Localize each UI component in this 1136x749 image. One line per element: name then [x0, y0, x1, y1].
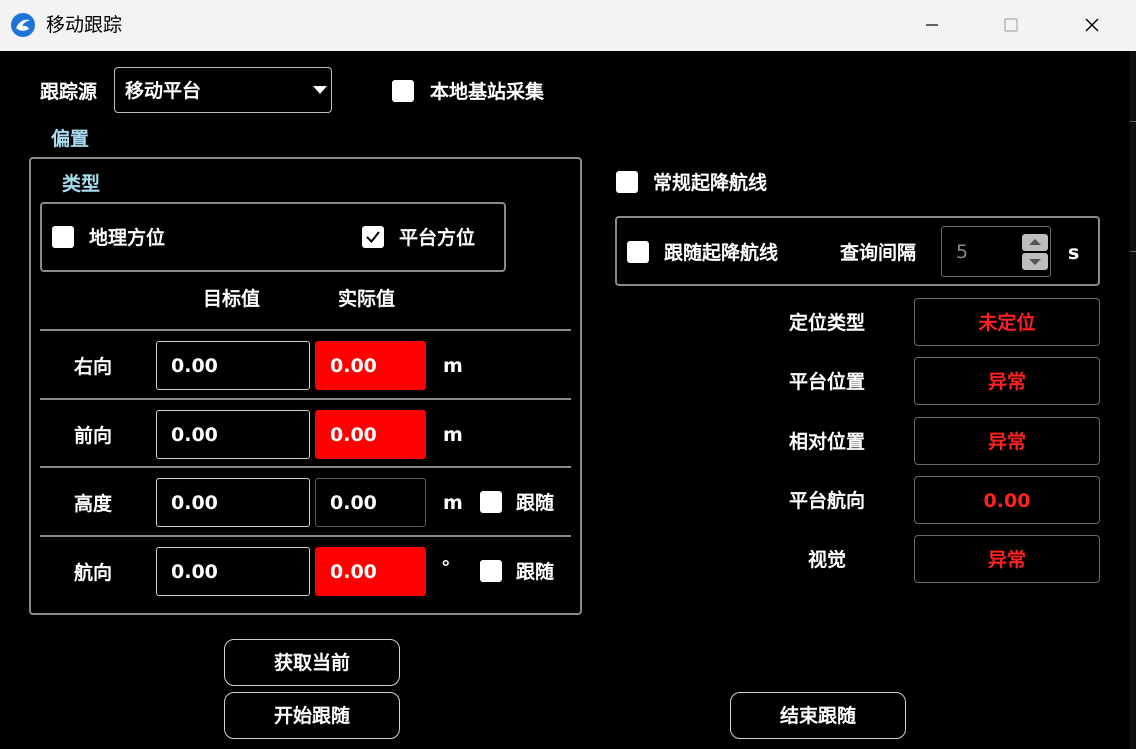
interval-spinbox[interactable]: 5: [941, 226, 1051, 277]
heading-actual-value: 0.00: [315, 547, 426, 596]
source-label: 跟踪源: [40, 81, 98, 103]
local-station-label: 本地基站采集: [430, 81, 545, 103]
interval-unit: s: [1068, 242, 1080, 264]
height-target-input[interactable]: 0.00: [156, 478, 310, 527]
forward-actual-value: 0.00: [315, 410, 426, 459]
source-select[interactable]: 移动平台: [114, 67, 332, 113]
platform-bearing-label: 平台方位: [399, 227, 476, 249]
minimize-button[interactable]: [912, 10, 952, 40]
height-unit: m: [443, 492, 463, 514]
close-icon: [1085, 18, 1099, 32]
status-label-platform-position: 平台位置: [788, 371, 865, 393]
col-actual-header: 实际值: [338, 288, 396, 310]
spin-up-icon[interactable]: [1022, 234, 1048, 251]
minimize-icon: [926, 24, 938, 26]
regular-route-checkbox[interactable]: [616, 171, 638, 193]
follow-route-label: 跟随起降航线: [664, 242, 779, 264]
right-target-input[interactable]: 0.00: [156, 341, 310, 390]
get-current-label: 获取当前: [273, 652, 350, 674]
local-station-checkbox[interactable]: [392, 80, 414, 102]
start-follow-label: 开始跟随: [273, 705, 350, 727]
forward-actual-text: 0.00: [330, 424, 377, 446]
right-actual-value: 0.00: [315, 341, 426, 390]
type-title: 类型: [62, 173, 101, 195]
heading-target-input[interactable]: 0.00: [156, 547, 310, 596]
geo-bearing-checkbox[interactable]: [52, 226, 74, 248]
forward-target-value: 0.00: [171, 424, 218, 446]
checkmark-icon: [366, 231, 380, 244]
row-label-right: 右向: [74, 356, 113, 378]
status-label-vision: 视觉: [807, 549, 846, 571]
forward-target-input[interactable]: 0.00: [156, 410, 310, 459]
end-follow-button[interactable]: 结束跟随: [730, 692, 906, 739]
window-title: 移动跟踪: [46, 14, 123, 36]
heading-actual-text: 0.00: [330, 561, 377, 583]
status-fix-type: 未定位: [914, 298, 1100, 346]
window-edge: [1130, 51, 1136, 749]
right-actual-text: 0.00: [330, 355, 377, 377]
source-select-value: 移动平台: [125, 80, 202, 102]
row-divider: [40, 466, 571, 468]
row-label-height: 高度: [74, 493, 113, 515]
maximize-icon: [1004, 18, 1018, 32]
status-label-fix-type: 定位类型: [788, 312, 865, 334]
status-platform-heading: 0.00: [914, 476, 1100, 524]
height-follow-checkbox[interactable]: [480, 491, 502, 513]
heading-follow-checkbox[interactable]: [480, 560, 502, 582]
row-divider: [40, 329, 571, 331]
status-platform-position: 异常: [914, 357, 1100, 405]
interval-value: 5: [956, 241, 969, 263]
row-label-forward: 前向: [74, 425, 113, 447]
geo-bearing-label: 地理方位: [89, 227, 166, 249]
end-follow-label: 结束跟随: [779, 705, 856, 727]
status-fix-type-value: 未定位: [978, 312, 1036, 334]
right-unit: m: [443, 355, 463, 377]
app-logo-icon: [11, 13, 35, 37]
heading-follow-label: 跟随: [516, 561, 555, 583]
status-platform-position-value: 异常: [987, 371, 1026, 393]
get-current-button[interactable]: 获取当前: [224, 639, 400, 686]
interval-label: 查询间隔: [840, 242, 917, 264]
status-vision-value: 异常: [987, 549, 1026, 571]
status-label-relative-position: 相对位置: [788, 431, 865, 453]
height-target-value: 0.00: [171, 492, 218, 514]
heading-unit: °: [441, 557, 451, 579]
start-follow-button[interactable]: 开始跟随: [224, 692, 400, 739]
row-divider: [40, 398, 571, 400]
status-relative-position-value: 异常: [987, 431, 1026, 453]
height-actual-text: 0.00: [330, 492, 377, 514]
maximize-button[interactable]: [991, 10, 1031, 40]
col-target-header: 目标值: [203, 288, 261, 310]
height-follow-label: 跟随: [516, 492, 555, 514]
title-bar: 移动跟踪: [0, 0, 1136, 51]
dropdown-arrow-icon: [313, 86, 327, 94]
regular-route-label: 常规起降航线: [653, 172, 768, 194]
edge-tick: [1130, 251, 1136, 252]
follow-route-checkbox[interactable]: [627, 241, 649, 263]
close-button[interactable]: [1072, 10, 1112, 40]
status-label-platform-heading: 平台航向: [788, 490, 865, 512]
row-divider: [40, 535, 571, 537]
edge-tick: [1130, 121, 1136, 122]
platform-bearing-checkbox[interactable]: [362, 226, 384, 248]
heading-target-value: 0.00: [171, 561, 218, 583]
status-relative-position: 异常: [914, 417, 1100, 465]
offset-title: 偏置: [51, 128, 90, 150]
forward-unit: m: [443, 424, 463, 446]
status-vision: 异常: [914, 535, 1100, 583]
spin-down-icon[interactable]: [1022, 253, 1048, 270]
row-label-heading: 航向: [74, 562, 113, 584]
right-target-value: 0.00: [171, 355, 218, 377]
height-actual-value: 0.00: [315, 478, 426, 527]
status-platform-heading-value: 0.00: [983, 490, 1031, 512]
